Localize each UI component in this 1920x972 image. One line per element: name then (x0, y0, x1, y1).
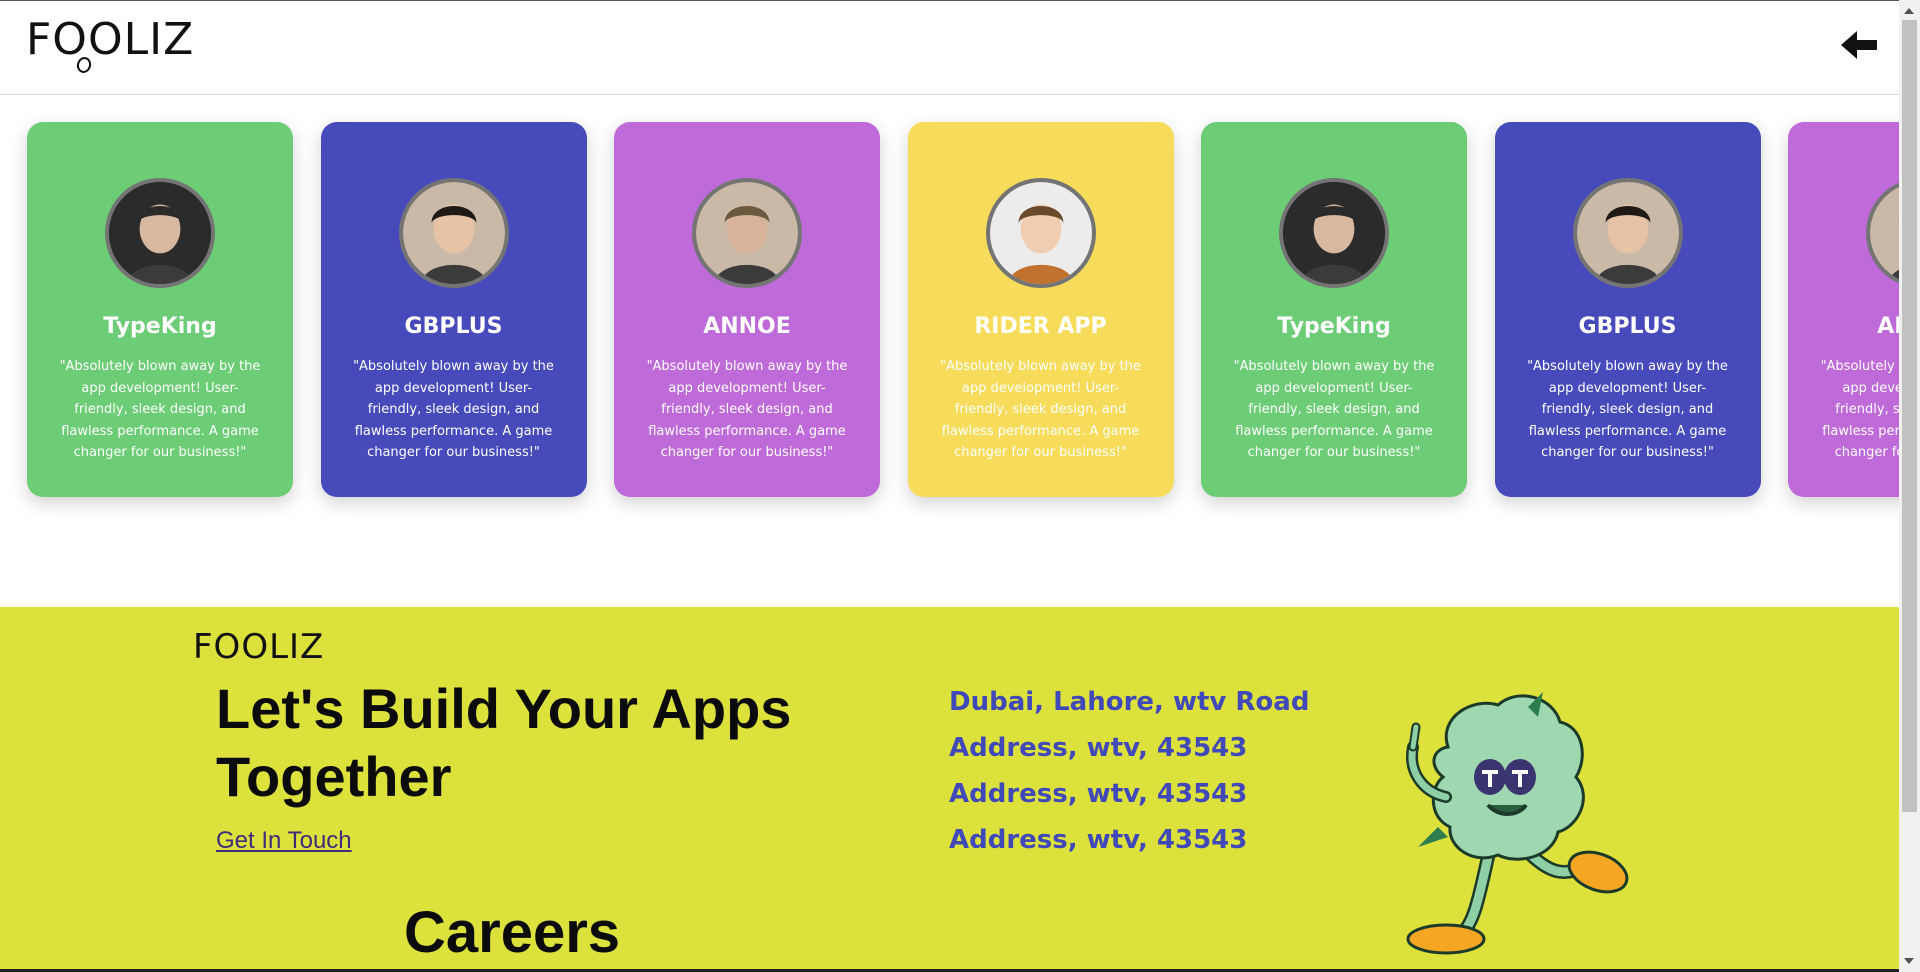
testimonial-name: TypeKing (1277, 314, 1391, 339)
testimonial-name: GBPLUS (404, 314, 503, 339)
footer-headline: Let's Build Your Apps Together (216, 677, 792, 808)
testimonial-quote: "Absolutely blown away by the app develo… (1233, 359, 1435, 460)
person-avatar-icon (1870, 182, 1899, 284)
avatar (1279, 178, 1389, 288)
address-line: Dubai, Lahore, wtv Road (949, 687, 1310, 717)
person-avatar-icon (1576, 182, 1679, 284)
testimonial-quote: "Absolutely blown away by the app develo… (646, 359, 848, 460)
mascot-illustration (1406, 692, 1629, 955)
arrow-left-icon (1841, 31, 1877, 59)
address-line: Address, wtv, 43543 (949, 733, 1248, 763)
person-avatar-icon (696, 182, 798, 284)
testimonial-quote: "Absolutely blown away by the app develo… (1527, 359, 1728, 460)
person-avatar-icon (109, 182, 211, 284)
testimonial-card[interactable]: ANNOE "Absolutely blown away by the app d… (614, 122, 880, 497)
testimonial-name: ANNOE (703, 314, 791, 339)
testimonial-card[interactable]: GBPLUS "Absolutely blown away by the app … (1494, 122, 1761, 497)
scroll-up-icon[interactable] (1904, 8, 1914, 14)
testimonial-name: TypeKing (103, 314, 217, 339)
careers-heading: Careers (404, 900, 621, 965)
avatar (105, 178, 215, 288)
person-avatar-icon (1283, 182, 1385, 284)
testimonials-carousel[interactable]: TypeKing "Absolutely blown away by the ap… (0, 122, 1899, 502)
vertical-scrollbar[interactable] (1899, 0, 1920, 972)
testimonial-quote: "Absolutely blown away by the app develo… (353, 359, 554, 460)
testimonial-card[interactable]: TypeKing "Absolutely blown away by the ap… (1201, 122, 1467, 497)
page-viewport: FOOLIZ TypeKing "Absolutely blown away by… (0, 0, 1899, 972)
site-footer: FOOLIZ Let's Build Your Apps Together Ge… (0, 607, 1899, 972)
back-button[interactable] (1839, 27, 1879, 63)
testimonial-name: GBPLUS (1578, 314, 1677, 339)
testimonial-name: RIDER APP (974, 314, 1107, 339)
testimonial-quote: "Absolutely blown away by the app develo… (59, 359, 261, 460)
scroll-thumb[interactable] (1902, 20, 1917, 812)
testimonial-card[interactable]: RIDER APP "Absolutely blown away by the a… (907, 122, 1174, 497)
avatar (985, 178, 1096, 288)
testimonial-card[interactable]: TypeKing "Absolutely blown away by the ap… (27, 122, 293, 497)
get-in-touch-link[interactable]: Get In Touch (216, 827, 352, 855)
avatar (1866, 178, 1899, 288)
avatar (692, 178, 802, 288)
testimonial-card[interactable]: GBPLUS "Absolutely blown away by the app … (320, 122, 587, 497)
testimonial-card[interactable]: ANNOE "Absolutely blown away by the app d… (1788, 122, 1899, 497)
footer-logo-text: FOOLIZ (193, 627, 325, 667)
person-avatar-icon (989, 182, 1092, 284)
avatar (1572, 178, 1683, 288)
address-line: Address, wtv, 43543 (949, 779, 1248, 809)
address-line: Address, wtv, 43543 (949, 825, 1248, 855)
testimonial-quote: "Absolutely blown away by the app develo… (1820, 359, 1899, 460)
person-avatar-icon (402, 182, 505, 284)
header-logo[interactable]: FOOLIZ (26, 13, 195, 75)
testimonial-quote: "Absolutely blown away by the app develo… (940, 359, 1141, 460)
scroll-down-icon[interactable] (1904, 958, 1914, 964)
site-header: FOOLIZ (0, 1, 1899, 95)
logo-text: FOOLIZ (26, 14, 195, 65)
avatar (398, 178, 509, 288)
testimonial-name: ANNOE (1877, 314, 1899, 339)
footer-logo[interactable]: FOOLIZ (193, 627, 324, 667)
